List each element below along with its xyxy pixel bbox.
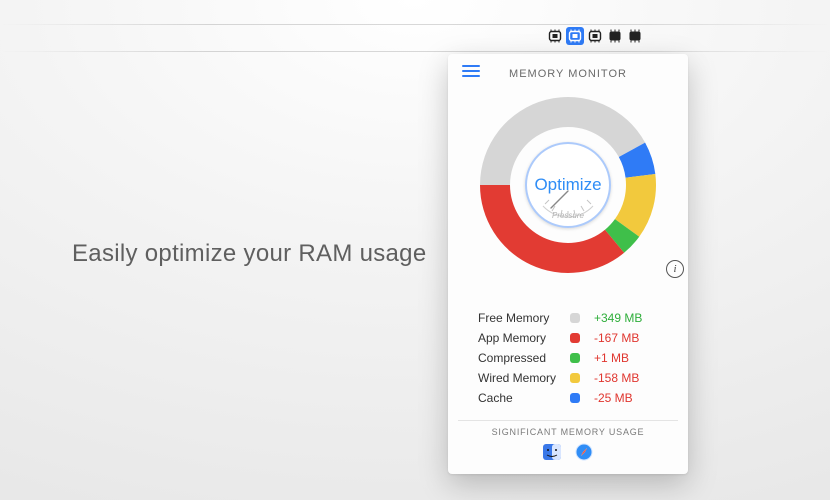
stats-row: Cache -25 MB xyxy=(478,388,670,408)
tray-chip-3[interactable] xyxy=(606,27,624,45)
menu-icon[interactable] xyxy=(462,65,480,79)
menubar xyxy=(0,24,830,52)
tray-chip-1[interactable] xyxy=(566,27,584,45)
stats-label: App Memory xyxy=(478,331,570,345)
stats-row: App Memory -167 MB xyxy=(478,328,670,348)
tray-chip-0[interactable] xyxy=(546,27,564,45)
optimize-button[interactable]: Optimize xyxy=(525,142,611,228)
stats-label: Compressed xyxy=(478,351,570,365)
panel-title: MEMORY MONITOR xyxy=(509,68,627,80)
optimize-label: Optimize xyxy=(534,175,601,195)
stats-swatch xyxy=(570,373,580,383)
memory-donut-chart: Optimize Pressure xyxy=(473,90,663,280)
memory-panel: MEMORY MONITOR Optimize xyxy=(448,54,688,474)
stats-swatch xyxy=(570,313,580,323)
stats-row: Compressed +1 MB xyxy=(478,348,670,368)
finder-icon[interactable] xyxy=(543,443,561,461)
stats-row: Free Memory +349 MB xyxy=(478,308,670,328)
significant-title: SIGNIFICANT MEMORY USAGE xyxy=(458,427,678,437)
stats-swatch xyxy=(570,353,580,363)
promo-headline: Easily optimize your RAM usage xyxy=(72,240,426,268)
stats-label: Free Memory xyxy=(478,311,570,325)
tray-chip-2[interactable] xyxy=(586,27,604,45)
stats-value: +349 MB xyxy=(594,311,670,325)
significant-usage-section: SIGNIFICANT MEMORY USAGE xyxy=(458,420,678,461)
stats-label: Wired Memory xyxy=(478,371,570,385)
stats-value: -158 MB xyxy=(594,371,670,385)
info-icon[interactable]: i xyxy=(666,260,684,278)
safari-icon[interactable] xyxy=(575,443,593,461)
memory-stats-list: Free Memory +349 MB App Memory -167 MB Compr… xyxy=(478,308,670,408)
menubar-tray xyxy=(546,27,644,45)
stats-value: -25 MB xyxy=(594,391,670,405)
stats-label: Cache xyxy=(478,391,570,405)
stats-value: -167 MB xyxy=(594,331,670,345)
stats-swatch xyxy=(570,393,580,403)
stats-swatch xyxy=(570,333,580,343)
stats-value: +1 MB xyxy=(594,351,670,365)
tray-chip-4[interactable] xyxy=(626,27,644,45)
stats-row: Wired Memory -158 MB xyxy=(478,368,670,388)
